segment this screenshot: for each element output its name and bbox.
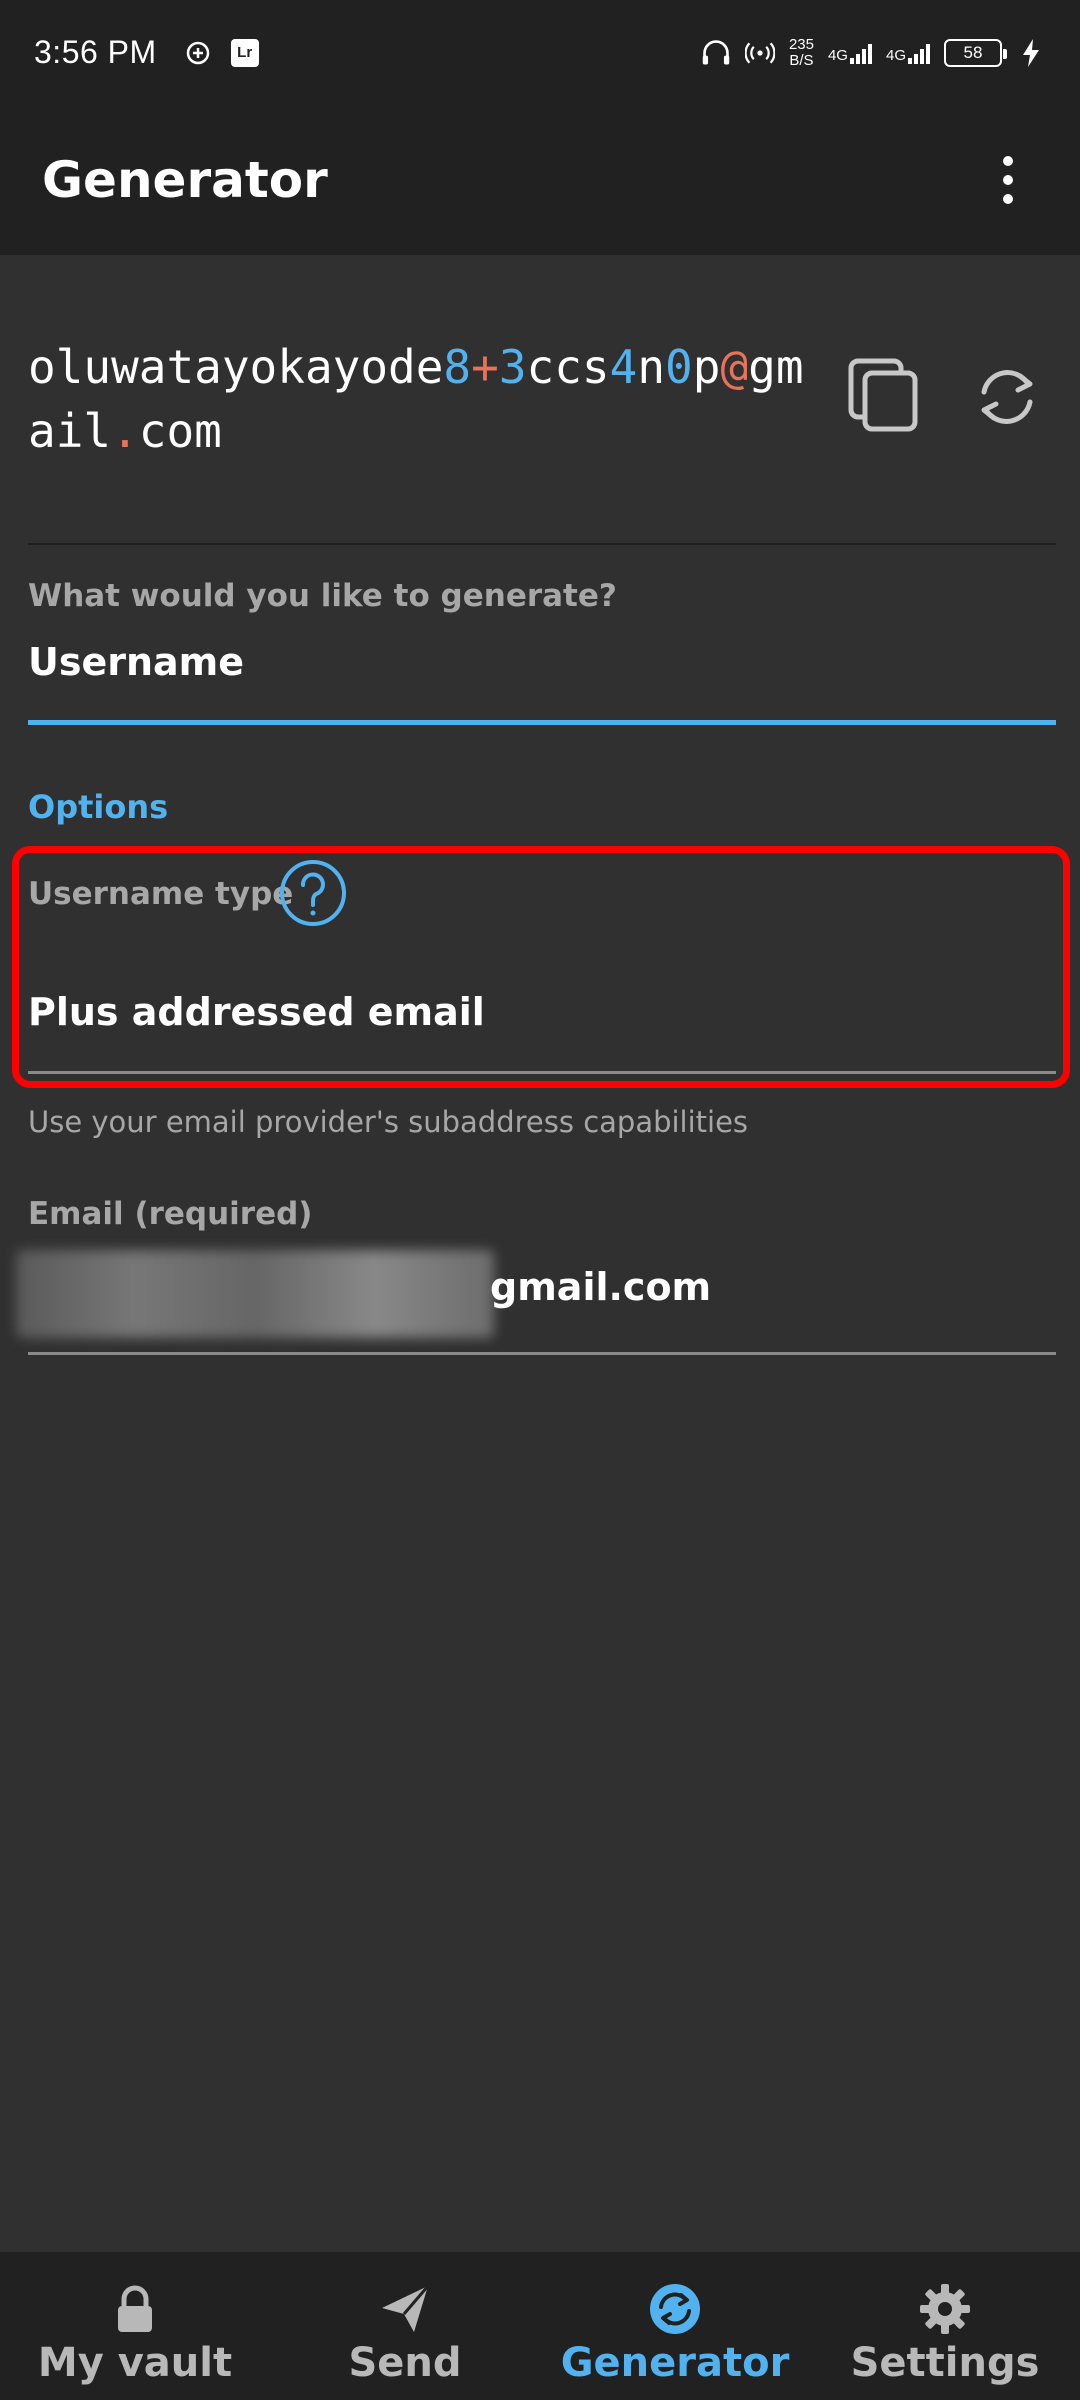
nav-settings[interactable]: Settings: [810, 2252, 1080, 2400]
speed-unit: B/S: [789, 51, 814, 69]
network-type-2: 4G: [885, 46, 906, 64]
chat-notification-icon: [183, 38, 213, 68]
gear-icon: [920, 2284, 970, 2334]
email-field[interactable]: gmail.com: [490, 1265, 711, 1309]
nav-generator[interactable]: Generator: [540, 2252, 810, 2400]
username-type-hint: Use your email provider's subaddress cap…: [28, 1105, 749, 1139]
refresh-icon: [981, 370, 1033, 424]
speed-value: 235: [788, 35, 814, 53]
charging-bolt-icon: [1016, 38, 1046, 68]
copy-button[interactable]: [845, 355, 923, 433]
email-label: Email (required): [28, 1196, 313, 1232]
generated-segment-letter: n: [637, 340, 666, 394]
copy-icon: [848, 358, 918, 432]
headphones-icon: [701, 38, 731, 68]
network-type-1: 4G: [827, 46, 848, 64]
paper-plane-icon: [382, 2285, 430, 2332]
more-dot-icon: [1003, 194, 1013, 204]
generated-segment-number: 0: [665, 340, 693, 394]
generated-segment-number: 3: [498, 340, 527, 394]
network-speed: 235 B/S: [788, 35, 814, 69]
nav-label: Send: [348, 2340, 462, 2386]
lock-icon: [118, 2285, 152, 2332]
battery-level: 58: [963, 42, 983, 62]
email-underline: [28, 1352, 1056, 1355]
options-header: Options: [28, 788, 169, 826]
generate-type-label: What would you like to generate?: [28, 578, 617, 614]
more-dot-icon: [1003, 156, 1013, 166]
nav-label: My vault: [37, 2340, 233, 2386]
bottom-nav: My vault Send Generator Settings: [0, 2252, 1080, 2400]
signal-bars-icon: [908, 42, 930, 64]
status-bar: 3:56 PM Lr 235 B/S 4G 4G 58: [0, 0, 1080, 105]
generated-segment-symbol: .: [111, 404, 139, 458]
lightroom-notification-icon: Lr: [230, 38, 259, 67]
nav-send[interactable]: Send: [270, 2252, 540, 2400]
generated-segment-symbol: +: [471, 340, 499, 394]
generated-segment-symbol: @: [720, 340, 749, 394]
regenerate-button[interactable]: [968, 358, 1046, 436]
nav-my-vault[interactable]: My vault: [0, 2252, 270, 2400]
signal-1: 4G: [828, 42, 872, 64]
generated-segment-letter: p: [692, 340, 721, 394]
generated-segment-letter: oluwatayokayode: [28, 340, 444, 394]
generated-username: oluwatayokayode8+3ccs4n0p@gmail.com: [28, 335, 818, 463]
generator-icon: [650, 2284, 700, 2334]
nav-label: Settings: [850, 2340, 1040, 2386]
page-title: Generator: [42, 151, 328, 209]
blurred-email-prefix: [16, 1250, 494, 1338]
generated-segment-letter: com: [138, 404, 222, 458]
battery-indicator: 58: [944, 38, 1007, 67]
app-bar: Generator: [0, 105, 1080, 255]
signal-bars-icon: [849, 42, 872, 64]
hotspot-icon: [744, 38, 775, 68]
generated-segment-number: 8: [443, 340, 472, 394]
generated-segment-number: 4: [609, 340, 638, 394]
generate-type-underline: [28, 720, 1056, 725]
status-time: 3:56 PM: [34, 34, 157, 70]
more-options-button[interactable]: [978, 140, 1038, 220]
more-dot-icon: [1003, 175, 1013, 185]
generate-type-select[interactable]: Username: [28, 640, 244, 684]
divider: [28, 543, 1056, 545]
highlight-box: [12, 846, 1070, 1088]
nav-label: Generator: [560, 2340, 790, 2386]
signal-2: 4G: [886, 42, 930, 64]
generated-segment-letter: ccs: [526, 340, 610, 394]
